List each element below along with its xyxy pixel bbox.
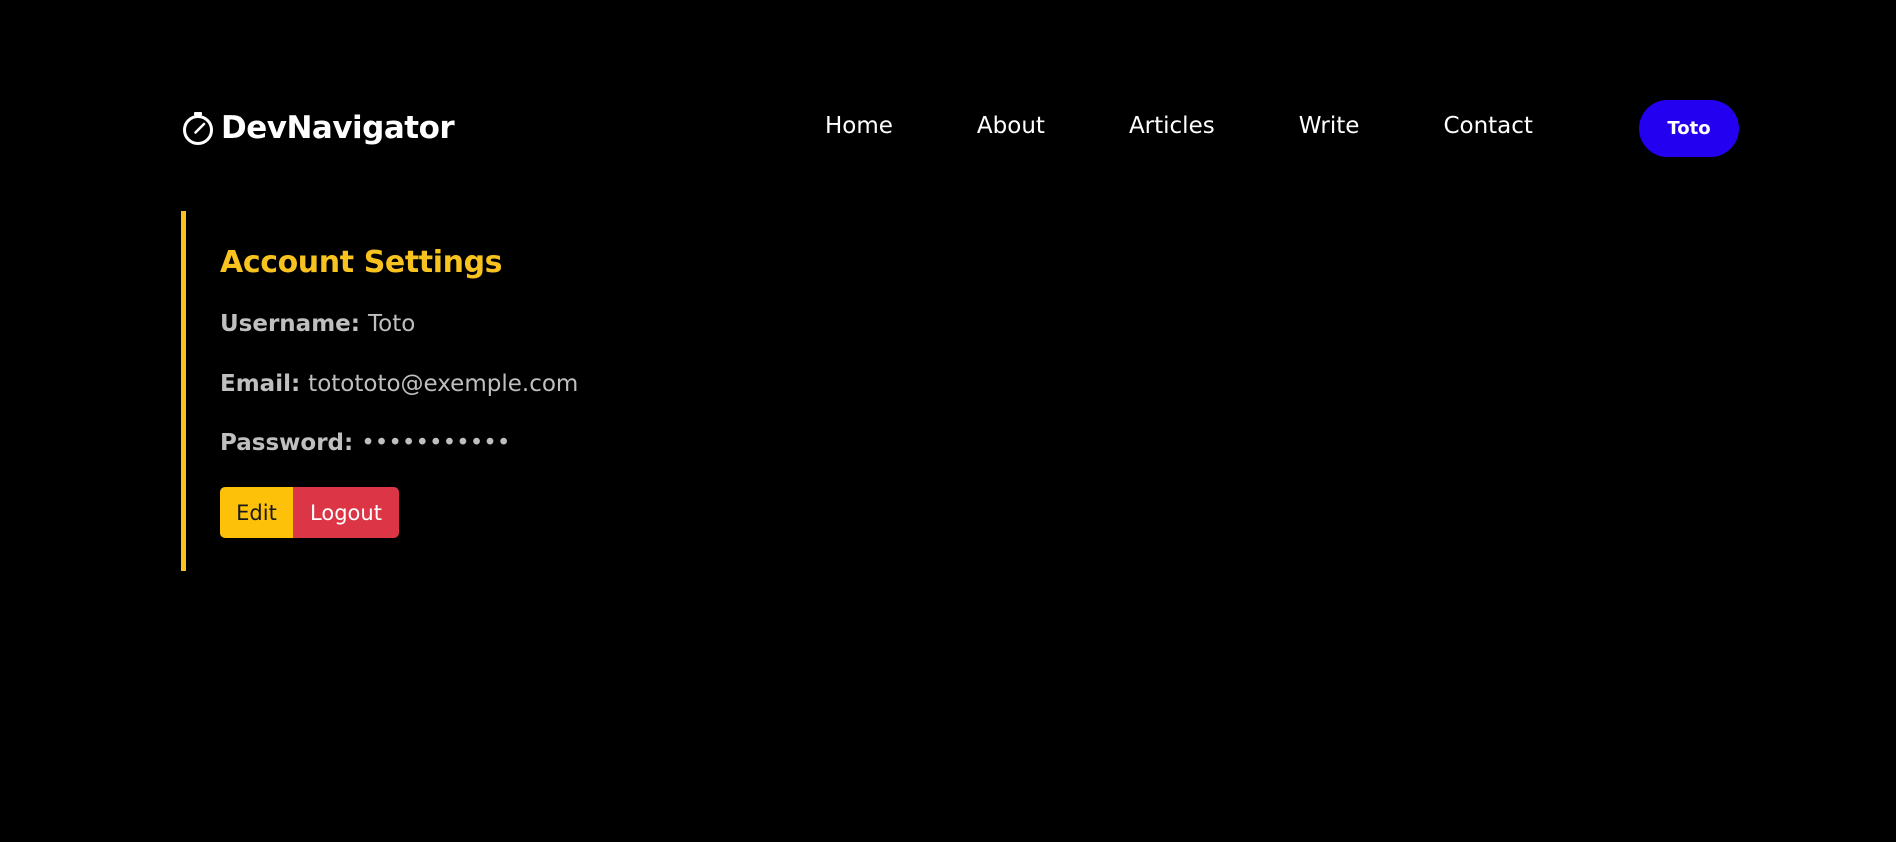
email-label: Email: <box>220 371 309 397</box>
main-nav: Home About Articles Write Contact <box>825 113 1533 139</box>
account-settings-panel: Account Settings Username: Toto Email: t… <box>181 211 686 571</box>
compass-icon <box>183 112 213 145</box>
password-value: ••••••••••• <box>361 430 511 456</box>
site-header: DevNavigator Home About Articles Write C… <box>181 100 1739 157</box>
edit-button[interactable]: Edit <box>220 487 293 538</box>
username-value: Toto <box>367 311 416 337</box>
nav-item-about[interactable]: About <box>977 113 1045 139</box>
email-row: Email: totototo@exemple.com <box>220 371 578 397</box>
brand-logo-link[interactable]: DevNavigator <box>181 110 455 146</box>
nav-item-home[interactable]: Home <box>825 113 893 139</box>
page: DevNavigator Home About Articles Write C… <box>0 0 1896 842</box>
username-row: Username: Toto <box>220 311 415 337</box>
logout-button[interactable]: Logout <box>293 487 399 538</box>
nav-item-articles[interactable]: Articles <box>1129 113 1215 139</box>
password-row: Password: ••••••••••• <box>220 430 510 456</box>
username-label: Username: <box>220 311 368 337</box>
account-actions: Edit Logout <box>220 487 399 538</box>
email-value: totototo@exemple.com <box>308 371 579 397</box>
account-settings-title: Account Settings <box>220 245 503 280</box>
user-menu-button[interactable]: Toto <box>1639 100 1739 157</box>
nav-item-write[interactable]: Write <box>1299 113 1360 139</box>
brand-name: DevNavigator <box>221 110 455 146</box>
nav-item-contact[interactable]: Contact <box>1443 113 1532 139</box>
password-label: Password: <box>220 430 362 456</box>
